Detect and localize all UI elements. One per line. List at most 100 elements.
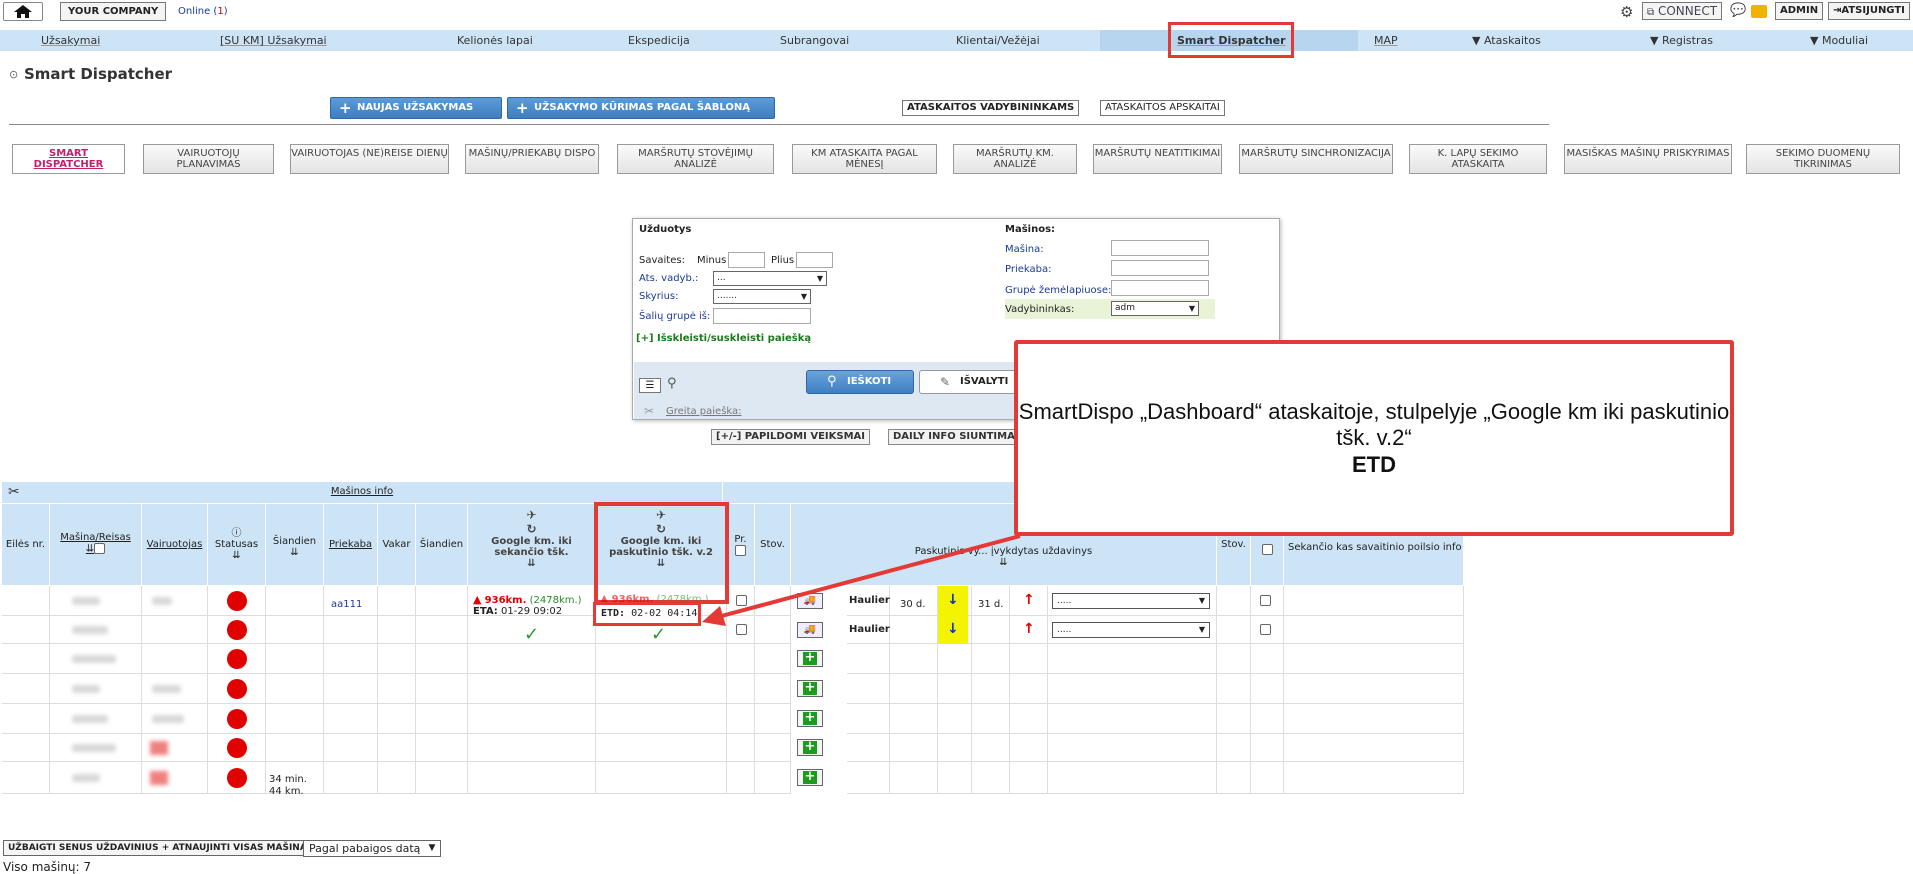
sort-icon[interactable]: ⇊ [232, 550, 240, 561]
machine-info-group-header: Mašinos info [2, 482, 723, 504]
nav-item-waybills[interactable]: Kelionės lapai [457, 30, 533, 51]
vehicle-plate-blurred[interactable] [72, 655, 116, 663]
table-cell [890, 704, 938, 734]
vehicle-plate-blurred[interactable] [72, 774, 100, 782]
reports-accounting-button[interactable]: ATASKAITOS APSKAITAI [1100, 100, 1225, 116]
tab-km-monthly[interactable]: KM ATASKAITA PAGAL MĖNESĮ [792, 144, 937, 174]
trailer-input[interactable] [1111, 260, 1209, 276]
select-all-checkbox[interactable] [94, 543, 106, 554]
tab-mass-assign[interactable]: MASIŠKAS MAŠINŲ PRISKYRIMAS [1564, 144, 1732, 174]
map-group-input[interactable] [1111, 280, 1209, 296]
col-status[interactable]: ⓘ Statusas ⇊ [208, 504, 266, 586]
status-dot[interactable] [227, 738, 247, 758]
row-select-checkbox[interactable] [1260, 624, 1271, 635]
nav-item-orders[interactable]: Užsakymai [41, 30, 100, 51]
sort-by-select[interactable]: Pagal pabaigos datą ▼ [303, 840, 442, 857]
table-cell [755, 704, 791, 734]
add-button[interactable]: + [797, 739, 823, 756]
col-vehicle-trip[interactable]: Mašina/Reisas ⇊ [50, 504, 142, 586]
task-select[interactable]: ..... ▼ [1052, 593, 1210, 609]
zoom-icon[interactable]: ⚲ [667, 376, 677, 391]
finish-old-tasks-button[interactable]: UŽBAIGTI SENUS UŽDAVINIUS + ATNAUJINTI V… [3, 840, 319, 856]
nav-item-reports[interactable]: ▼ Ataskaitos [1472, 30, 1541, 51]
tab-driver-trip-days[interactable]: VAIRUOTOJAS (NE)REISE DIENŲ [290, 144, 449, 174]
status-dot[interactable] [227, 709, 247, 729]
connect-button[interactable]: ⧉ CONNECT [1642, 2, 1723, 20]
nav-item-map[interactable]: MAP [1374, 30, 1398, 51]
country-group-input[interactable] [713, 308, 811, 324]
department-label: Skyrius: [639, 291, 679, 302]
nav-item-registry[interactable]: ▼ Registras [1650, 30, 1713, 51]
logout-button[interactable]: ⇥ATSIJUNGTI [1828, 2, 1910, 20]
table-cell [378, 734, 416, 762]
quick-search-link[interactable]: Greita paieška: [666, 406, 742, 417]
tab-tracking-check[interactable]: SEKIMO DUOMENŲ TIKRINIMAS [1746, 144, 1900, 174]
trailer-link[interactable]: aa111 [331, 599, 362, 610]
home-button[interactable] [3, 2, 43, 21]
task-select[interactable]: ..... ▼ [1052, 622, 1210, 638]
clear-button[interactable]: ✎ IŠVALYTI [919, 370, 1019, 394]
tab-vehicle-dispo[interactable]: MAŠINŲ/PRIEKABŲ DISPO [465, 144, 599, 174]
company-button[interactable]: YOUR COMPANY [60, 2, 167, 21]
sort-icon[interactable]: ⇊ [86, 544, 94, 555]
back-icon[interactable]: ⊙ [9, 68, 18, 81]
col-trailer[interactable]: Priekaba [324, 504, 378, 586]
add-button[interactable]: + [797, 710, 823, 727]
vehicle-plate-blurred[interactable] [72, 597, 100, 605]
add-button[interactable]: + [797, 769, 823, 786]
vehicle-plate-blurred[interactable] [72, 715, 108, 723]
search-button[interactable]: ⚲ IEŠKOTI [806, 370, 914, 394]
table-cell [938, 644, 972, 674]
machine-input[interactable] [1111, 240, 1209, 256]
chat-icon[interactable]: 💬 [1730, 3, 1746, 18]
status-dot[interactable] [227, 620, 247, 640]
admin-button[interactable]: ADMIN [1775, 2, 1824, 20]
status-dot[interactable] [227, 649, 247, 669]
department-select[interactable]: ....... ▼ [713, 289, 811, 304]
add-button[interactable]: + [797, 650, 823, 667]
status-dot[interactable] [227, 679, 247, 699]
extra-actions-button[interactable]: [+/-] PAPILDOMI VEIKSMAI [711, 429, 870, 445]
refresh-icon[interactable]: ↻ [526, 522, 536, 536]
col-today[interactable]: Šiandien ⇊ [266, 504, 324, 586]
gear-icon[interactable]: ⚙ [1620, 3, 1633, 21]
template-order-button[interactable]: + UŽSAKYMO KŪRIMAS PAGAL ŠABLONĄ [507, 97, 775, 119]
nav-item-clients[interactable]: Klientai/Vežėjai [956, 30, 1040, 51]
sort-icon[interactable]: ⇊ [290, 547, 298, 558]
notes-icon[interactable] [1751, 5, 1767, 18]
reports-managers-button[interactable]: ATASKAITOS VADYBININKAMS [902, 100, 1080, 116]
vehicle-plate-blurred[interactable] [72, 685, 100, 693]
tab-route-stops[interactable]: MARŠRUTŲ STOVĖJIMŲ ANALIZĖ [617, 144, 774, 174]
nav-item-km-orders[interactable]: [SU KM] Užsakymai [220, 30, 327, 51]
tab-route-km[interactable]: MARŠRUTŲ KM. ANALIZĖ [953, 144, 1077, 174]
add-button[interactable]: + [797, 680, 823, 697]
tab-waybill-tracking[interactable]: K. LAPŲ SEKIMO ATASKAITA [1409, 144, 1547, 174]
new-order-button[interactable]: + NAUJAS UŽSAKYMAS [330, 97, 502, 119]
weeks-plus-input[interactable] [796, 252, 833, 268]
tab-driver-planning[interactable]: VAIRUOTOJŲ PLANAVIMAS [143, 144, 274, 174]
tab-route-sync[interactable]: MARŠRUTŲ SINCHRONIZACIJA [1239, 144, 1393, 174]
tab-route-mismatch[interactable]: MARŠRUTŲ NEATITIKIMAI [1093, 144, 1222, 174]
col-driver[interactable]: Vairuotojas [142, 504, 208, 586]
sort-icon[interactable]: ⇊ [527, 558, 535, 569]
select-checkbox[interactable] [1261, 544, 1273, 555]
nav-item-expedition[interactable]: Ekspedicija [628, 30, 690, 51]
manager-select[interactable]: adm ▼ [1111, 301, 1199, 316]
row-select-checkbox[interactable] [1260, 595, 1271, 606]
status-dot[interactable] [227, 768, 247, 788]
daily-info-button[interactable]: DAILY INFO SIUNTIMA [888, 429, 1028, 445]
vehicle-plate-blurred[interactable] [72, 744, 116, 752]
resp-manager-select[interactable]: ... ▼ [713, 271, 827, 286]
status-dot[interactable] [227, 591, 247, 611]
nav-item-modules[interactable]: ▼ Moduliai [1810, 30, 1868, 51]
tab-smart-dispatcher[interactable]: SMART DISPATCHER [12, 144, 125, 174]
table-cell [890, 762, 938, 794]
online-indicator[interactable]: Online (1) [178, 6, 228, 17]
expand-search-link[interactable]: [+] Išskleisti/suskleisti paiešką [636, 333, 811, 344]
menu-icon[interactable]: ☰ [639, 378, 661, 393]
tools-icon[interactable]: ✂ [8, 484, 20, 500]
weeks-minus-input[interactable] [728, 252, 765, 268]
col-google-next[interactable]: ✈ ↻ Google km. iki sekančio tšk. ⇊ [468, 504, 596, 586]
nav-item-subcontractors[interactable]: Subrangovai [780, 30, 849, 51]
vehicle-plate-blurred[interactable] [72, 626, 108, 634]
